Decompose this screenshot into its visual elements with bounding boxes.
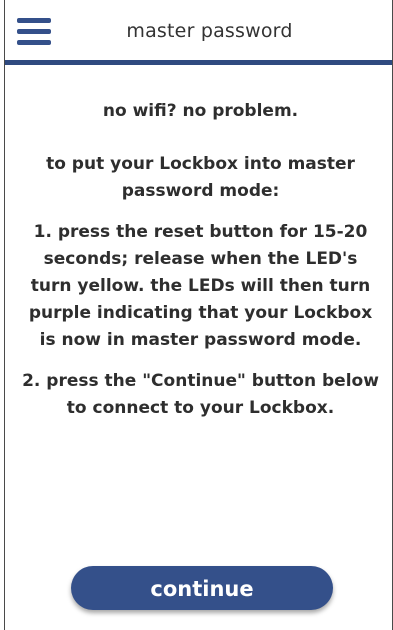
page-title: master password	[126, 20, 293, 42]
intro-text: no wifi? no problem.	[102, 101, 299, 121]
continue-button[interactable]: continue	[71, 566, 333, 610]
instructions-panel: no wifi? no problem. to put your Lockbox…	[21, 98, 380, 422]
step-2-text: 2. press the "Continue" button below to …	[22, 371, 379, 418]
step-1-text: 1. press the reset button for 15-20 seco…	[28, 222, 373, 350]
lead-text: to put your Lockbox into master password…	[46, 154, 355, 201]
app-screen: master password no wifi? no problem. to …	[4, 0, 393, 630]
header-bar: master password	[5, 0, 392, 65]
